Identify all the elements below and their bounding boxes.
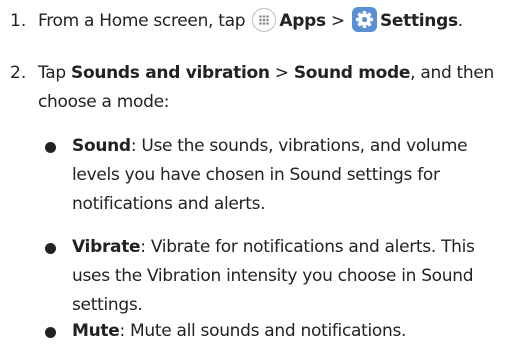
step-2-line-2: choose a mode: [38, 92, 170, 112]
step-number: 1. [10, 11, 27, 31]
mode-sound-line-3: notifications and alerts. [72, 194, 266, 214]
mode-vibrate-line-1: Vibrate: Vibrate for notifications and a… [72, 233, 475, 262]
path-separator: > [274, 63, 289, 83]
step-2-tail: , and then [410, 63, 495, 83]
mode-vibrate-label: Vibrate [72, 237, 141, 257]
bullet-dot [45, 327, 56, 338]
step-2-lead: Tap [38, 63, 66, 83]
mode-mute-desc: : Mute all sounds and notifications. [119, 321, 407, 341]
sounds-and-vibration-label: Sounds and vibration [71, 63, 270, 83]
mode-mute-label: Mute [72, 321, 120, 341]
bullet-dot [45, 243, 56, 254]
step-1-lead: From a Home screen, tap [38, 11, 246, 31]
mode-vibrate-line-2: uses the Vibration intensity you choose … [72, 266, 474, 286]
mode-vibrate-line-3: settings. [72, 295, 143, 315]
mode-sound-line-2: levels you have chosen in Sound settings… [72, 165, 440, 185]
path-separator: > [330, 11, 345, 31]
step-1-text: From a Home screen, tap Apps > Settings. [38, 7, 463, 36]
step-1-period: . [457, 11, 463, 31]
mode-sound-desc: : Use the sounds, vibrations, and volume [130, 136, 468, 156]
settings-label: Settings [379, 11, 458, 31]
mode-vibrate-desc: : Vibrate for notifications and alerts. … [140, 237, 475, 257]
gear-icon [351, 7, 377, 32]
bullet-dot [45, 142, 56, 153]
mode-mute-line-1: Mute: Mute all sounds and notifications. [72, 317, 406, 346]
step-number: 2. [10, 63, 27, 83]
step-2-text: Tap Sounds and vibration > Sound mode, a… [38, 59, 494, 88]
apps-label: Apps [279, 11, 326, 31]
mode-sound-label: Sound [72, 136, 131, 156]
mode-sound-line-1: Sound: Use the sounds, vibrations, and v… [72, 132, 468, 161]
sound-mode-label: Sound mode [293, 63, 411, 83]
apps-grid-icon [252, 8, 277, 32]
